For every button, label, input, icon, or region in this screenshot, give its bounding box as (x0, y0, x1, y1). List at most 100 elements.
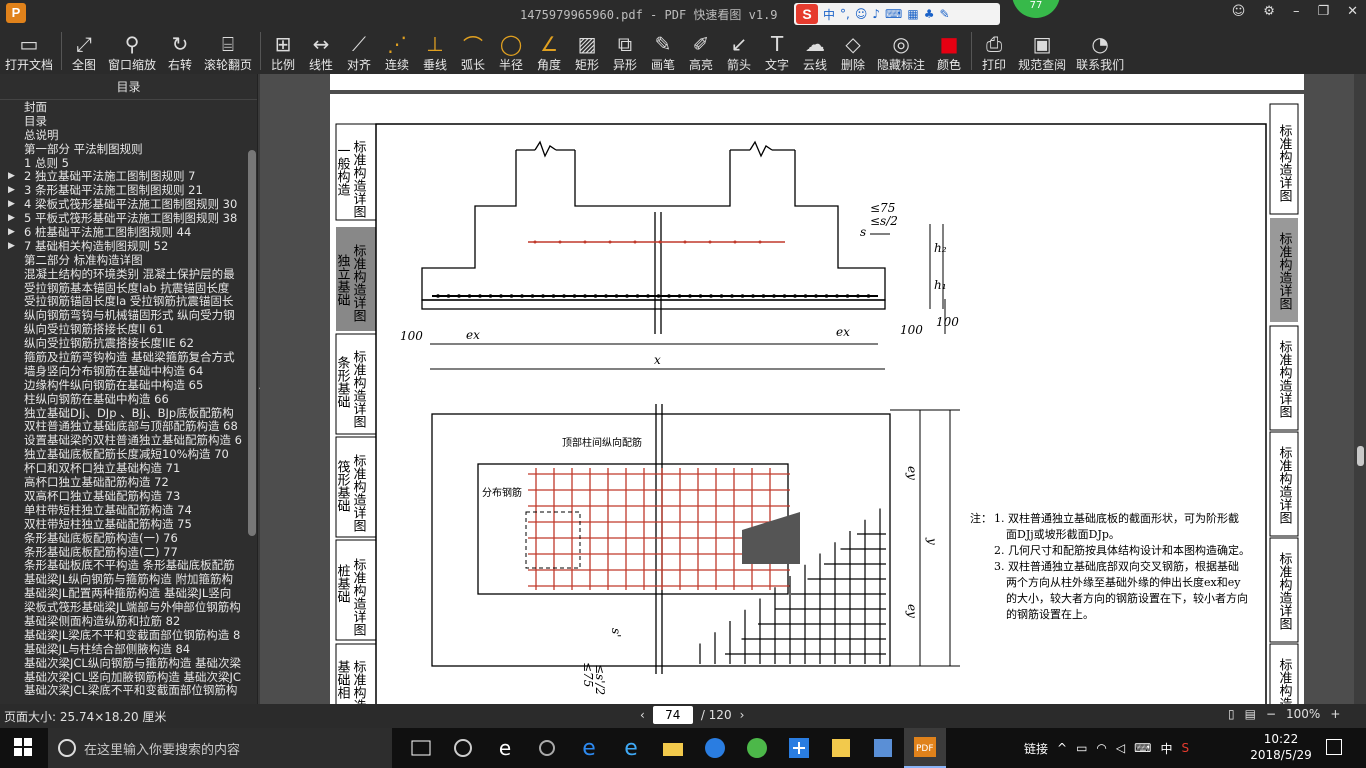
taskbar-search[interactable]: 在这里输入你要搜索的内容 (48, 728, 392, 768)
toolbar-button-10[interactable]: ⌒ 弧长 (454, 28, 492, 74)
clock[interactable]: 10:22 2018/5/29 (1246, 731, 1316, 763)
edge-icon[interactable]: e (568, 728, 610, 768)
toc-item[interactable]: 纵向受拉钢筋搭接长度ll 61 (0, 322, 248, 336)
battery-icon[interactable]: ▭ (1076, 741, 1087, 755)
toc-item[interactable]: ▶ 3 条形基础平法施工图制图规则 21 (0, 183, 248, 197)
toolbar-button-9[interactable]: ⊥ 垂线 (416, 28, 454, 74)
update-badge[interactable]: 77 (1012, 0, 1060, 18)
toolbar-button-12[interactable]: ∠ 角度 (530, 28, 568, 74)
cortana-icon[interactable] (58, 739, 76, 757)
calculator-app-icon[interactable] (862, 728, 904, 768)
toolbar-button-8[interactable]: ⋰ 连续 (378, 28, 416, 74)
current-page-input[interactable]: 74 (652, 706, 693, 724)
toolbar-button-14[interactable]: ⧉ 异形 (606, 28, 644, 74)
toc-item[interactable]: 独立基础DJj、DJp 、BJj、BJp底板配筋构 (0, 406, 248, 420)
toolbar-button-7[interactable]: ⟋ 对齐 (340, 28, 378, 74)
toc-item[interactable]: 基础梁JL与柱结合部侧腋构造 84 (0, 642, 248, 656)
toc-item[interactable]: 基础次梁JCL纵向钢筋与箍筋构造 基础次梁 (0, 656, 248, 670)
toolbar-button-21[interactable]: ◎ 隐藏标注 (872, 28, 930, 74)
toc-item[interactable]: 基础梁侧面构造纵筋和拉筋 82 (0, 614, 248, 628)
file-explorer-icon[interactable] (652, 728, 694, 768)
toc-item[interactable]: 高杯口独立基础配筋构造 72 (0, 475, 248, 489)
toc-item[interactable]: 基础次梁JCL竖向加腋钢筋构造 基础次梁JC (0, 670, 248, 684)
toc-item[interactable]: 墙身竖向分布钢筋在基础中构造 64 (0, 364, 248, 378)
expand-arrow-icon[interactable]: ▶ (8, 225, 15, 239)
mic-icon[interactable]: ♪ (872, 7, 880, 21)
volume-icon[interactable]: ◁ (1116, 741, 1125, 755)
toolbar-button-25[interactable]: ◔ 联系我们 (1071, 28, 1129, 74)
windows-start-icon[interactable] (14, 738, 32, 756)
ime-tray-label[interactable]: 中 (1160, 740, 1172, 757)
toolbar-button-20[interactable]: ◇ 删除 (834, 28, 872, 74)
user-icon[interactable]: ☺ (1232, 4, 1246, 19)
toc-item[interactable]: ▶ 5 平板式筏形基础平法施工图制图规则 38 (0, 211, 248, 225)
360-browser-icon[interactable] (736, 728, 778, 768)
toc-item[interactable]: 受拉钢筋基本锚固长度lab 抗震锚固长度 (0, 281, 248, 295)
toc-item[interactable]: 基础次梁JCL梁底不平和变截面部位钢筋构 (0, 683, 248, 697)
toolbar-button-23[interactable]: ⎙ 打印 (975, 28, 1013, 74)
tray-chevron-icon[interactable]: ^ (1057, 741, 1067, 755)
continuous-page-icon[interactable]: ▤ (1245, 707, 1256, 721)
sogou-icon[interactable]: S (796, 4, 818, 24)
action-center-icon[interactable] (1326, 739, 1342, 755)
toc-item[interactable]: 基础梁JL配置两种箍筋构造 基础梁JL竖向 (0, 586, 248, 600)
toc-item[interactable]: 独立基础底板配筋长度减短10%构造 70 (0, 447, 248, 461)
toolbar-button-22[interactable]: ■ 颜色 (930, 28, 968, 74)
toc-item[interactable]: 条形基础底板配筋构造(一) 76 (0, 531, 248, 545)
toc-item[interactable]: 箍筋及拉筋弯钩构造 基础梁箍筋复合方式 (0, 350, 248, 364)
toolbar-button-11[interactable]: ◯ 半径 (492, 28, 530, 74)
toc-item[interactable]: 纵向受拉钢筋抗震搭接长度llE 62 (0, 336, 248, 350)
ime-toolbar[interactable]: S 中 °, ☺ ♪ ⌨ ▦ ♣ ✎ (794, 3, 1000, 25)
keyboard-icon[interactable]: ⌨ (885, 7, 902, 21)
toc-item[interactable]: ▶ 6 桩基础平法施工图制图规则 44 (0, 225, 248, 239)
keyboard-tray-icon[interactable]: ⌨ (1134, 741, 1151, 755)
toolbar-button-1[interactable]: ⤢ 全图 (65, 28, 103, 74)
toc-item[interactable]: 双柱普通独立基础底部与顶部配筋构造 68 (0, 419, 248, 433)
skin-icon[interactable]: ♣ (924, 7, 935, 21)
toolbar-button-16[interactable]: ✐ 高亮 (682, 28, 720, 74)
toc-item[interactable]: 基础梁JL梁底不平和变截面部位钢筋构造 8 (0, 628, 248, 642)
toolbar-button-15[interactable]: ✎ 画笔 (644, 28, 682, 74)
toolbar-button-18[interactable]: T 文字 (758, 28, 796, 74)
zoom-out-icon[interactable]: − (1266, 707, 1276, 721)
toolbar-button-24[interactable]: ▣ 规范查阅 (1013, 28, 1071, 74)
emoji-icon[interactable]: ☺ (855, 7, 868, 21)
toolbar-button-19[interactable]: ☁ 云线 (796, 28, 834, 74)
toc-item[interactable]: ▶ 4 梁板式筏形基础平法施工图制图规则 30 (0, 197, 248, 211)
sidebar-scrollbar[interactable] (248, 150, 256, 536)
toc-item[interactable]: 纵向钢筋弯钩与机械锚固形式 纵向受力钢 (0, 308, 248, 322)
toc-item[interactable]: 条形基础板底不平构造 条形基础底板配筋 (0, 558, 248, 572)
ie-app-icon[interactable]: e (484, 728, 526, 768)
zoom-in-icon[interactable]: + (1330, 707, 1340, 721)
toc-item[interactable]: 柱纵向钢筋在基础中构造 66 (0, 392, 248, 406)
single-page-icon[interactable]: ▯ (1228, 707, 1235, 721)
toc-item[interactable]: 双高杯口独立基础配筋构造 73 (0, 489, 248, 503)
add-app-icon[interactable] (778, 728, 820, 768)
toc-item[interactable]: 设置基础梁的双柱普通独立基础配筋构造 6 (0, 433, 248, 447)
close-button[interactable]: ✕ (1347, 4, 1358, 19)
toc-item[interactable]: 双柱带短柱独立基础配筋构造 75 (0, 517, 248, 531)
spiral-app-icon[interactable] (526, 728, 568, 768)
expand-arrow-icon[interactable]: ▶ (8, 239, 15, 253)
toolbar-button-6[interactable]: ↔ 线性 (302, 28, 340, 74)
toc-item[interactable]: 基础梁JL纵向钢筋与箍筋构造 附加箍筋构 (0, 572, 248, 586)
toc-item[interactable]: 封面 (0, 100, 248, 114)
toolbar-button-13[interactable]: ▨ 矩形 (568, 28, 606, 74)
viewer-scrollbar[interactable] (1354, 74, 1366, 704)
expand-arrow-icon[interactable]: ▶ (8, 183, 15, 197)
sogou-browser-icon[interactable] (694, 728, 736, 768)
toolbar-button-0[interactable]: ▭ 打开文档 (0, 28, 58, 74)
toc-item[interactable]: 总说明 (0, 128, 248, 142)
document-viewer[interactable]: 标准构造详图 一般构造 标准构造详图 独立基础 标准构造详图 条形基础 标准构造… (260, 74, 1354, 704)
search-placeholder[interactable]: 在这里输入你要搜索的内容 (84, 739, 240, 758)
tray-link-label[interactable]: 链接 (1024, 740, 1048, 757)
toolbar-button-5[interactable]: ⊞ 比例 (264, 28, 302, 74)
ime-language[interactable]: 中 (823, 6, 835, 23)
wifi-icon[interactable]: ◠ (1096, 741, 1106, 755)
toolbar-button-3[interactable]: ↻ 右转 (161, 28, 199, 74)
toc-item[interactable]: 第二部分 标准构造详图 (0, 253, 248, 267)
next-page-icon[interactable]: › (740, 708, 745, 722)
toc-item[interactable]: 杯口和双杯口独立基础构造 71 (0, 461, 248, 475)
sogou-tray-icon[interactable]: S (1181, 741, 1189, 755)
toc-item[interactable]: 第一部分 平法制图规则 (0, 142, 248, 156)
